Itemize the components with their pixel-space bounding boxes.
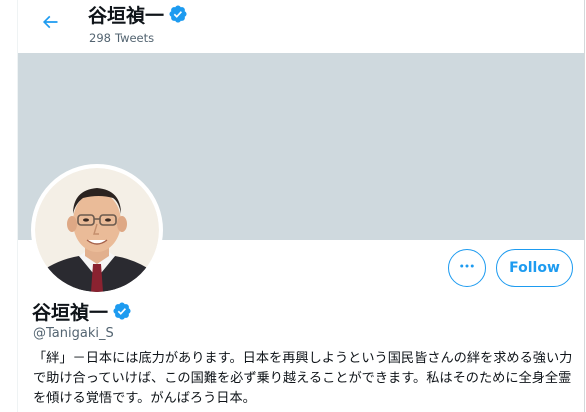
more-button[interactable] xyxy=(448,249,486,287)
more-dots-icon xyxy=(458,257,476,279)
header-title: 谷垣禎一 xyxy=(88,3,188,29)
verified-badge-icon xyxy=(168,4,188,28)
profile-handle: @Tanigaki_S xyxy=(33,326,114,341)
profile-name: 谷垣禎一 xyxy=(32,302,109,324)
back-button[interactable] xyxy=(35,9,65,39)
avatar[interactable] xyxy=(31,164,163,296)
profile-page: 谷垣禎一 298 Tweets Follow 谷垣禎一 @Tanigaki_S … xyxy=(0,0,586,412)
arrow-left-icon xyxy=(40,12,60,36)
profile-header: 谷垣禎一 298 Tweets xyxy=(18,0,584,53)
profile-bio: 「絆」－日本には底力があります。日本を再興しようという国民皆さんの絆を求める強い… xyxy=(33,351,573,406)
tweet-count: 298 Tweets xyxy=(89,31,154,45)
tweet-count-label: Tweets xyxy=(114,31,155,45)
column-border-right xyxy=(584,0,585,412)
tweet-count-value: 298 xyxy=(89,31,111,45)
follow-button[interactable]: Follow xyxy=(496,249,573,287)
profile-name-row: 谷垣禎一 xyxy=(32,300,132,326)
verified-badge-icon xyxy=(112,301,132,325)
header-name: 谷垣禎一 xyxy=(88,5,165,27)
